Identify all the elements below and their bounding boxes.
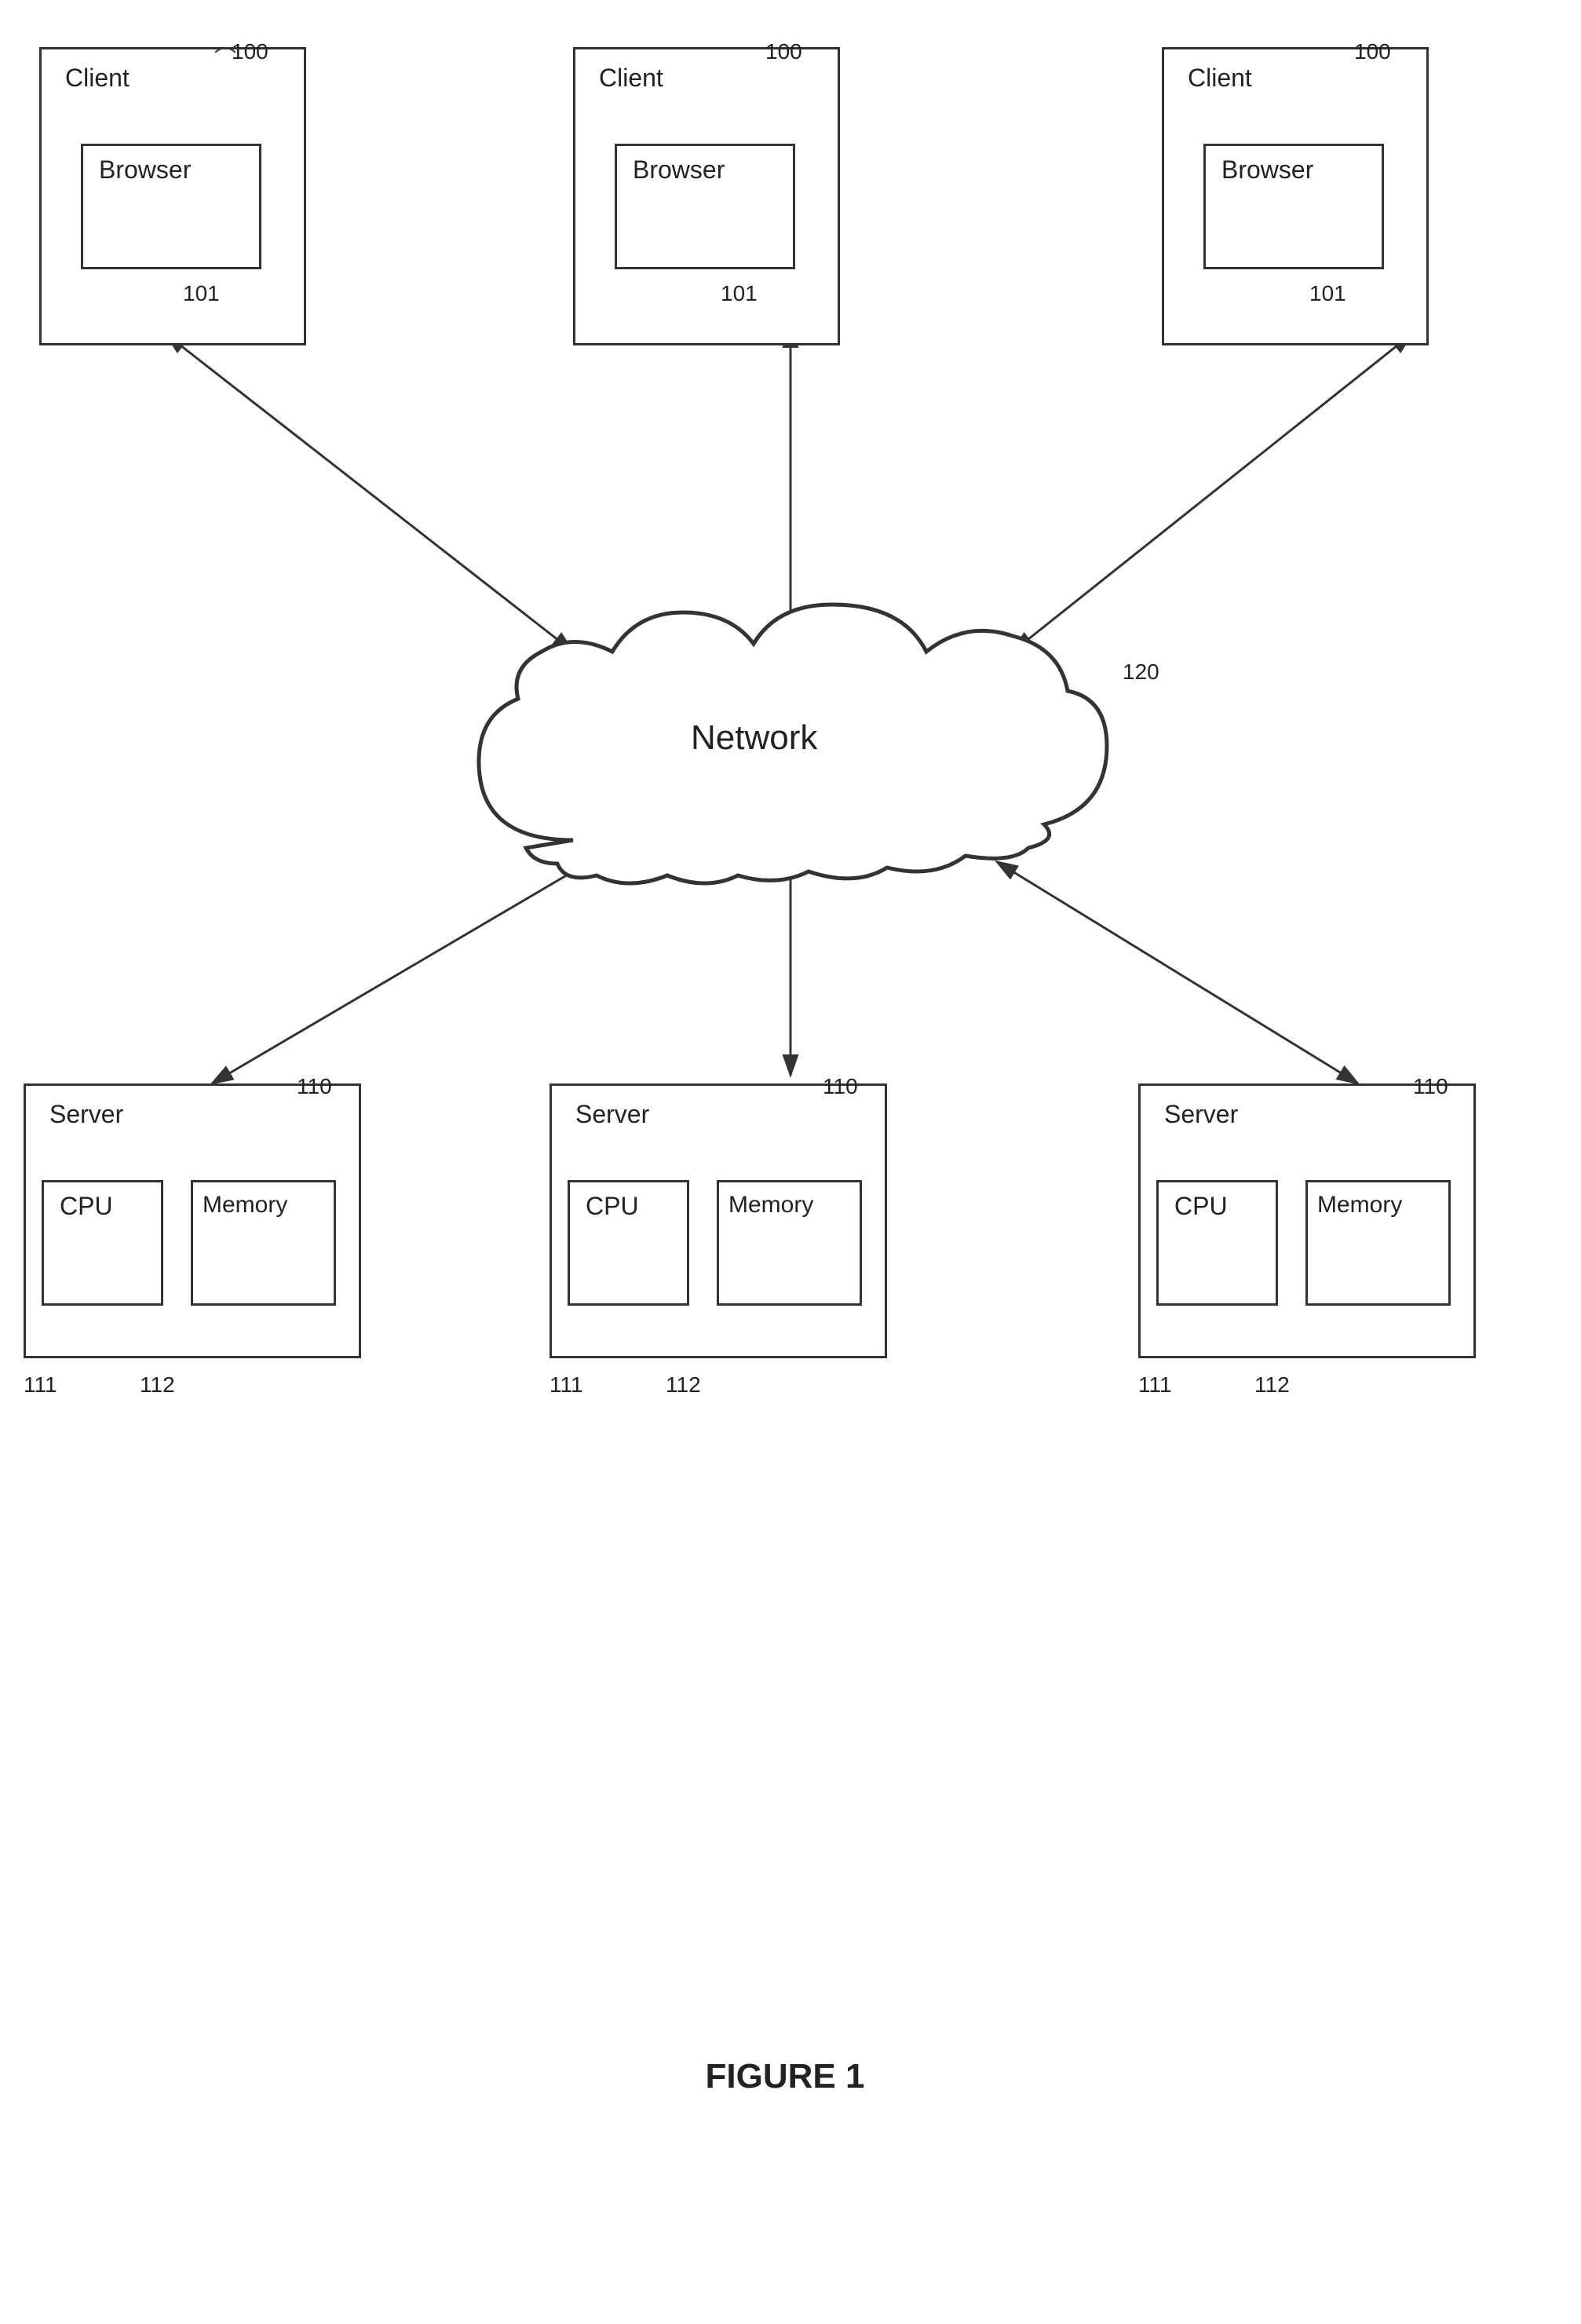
client3-box: Client Browser 101 bbox=[1162, 47, 1429, 345]
client1-box: Client Browser 101 bbox=[39, 47, 306, 345]
client2-browser-ref: 101 bbox=[721, 281, 758, 306]
client1-browser-ref: 101 bbox=[183, 281, 220, 306]
server1-memory-ref: 112 bbox=[140, 1372, 175, 1398]
client3-browser-ref: 101 bbox=[1309, 281, 1346, 306]
server3-memory-box: Memory bbox=[1305, 1180, 1451, 1306]
server2-memory-label: Memory bbox=[728, 1192, 813, 1219]
server2-box: Server CPU Memory bbox=[550, 1083, 887, 1358]
server1-box: Server CPU Memory bbox=[24, 1083, 361, 1358]
server1-ref: 110 bbox=[297, 1074, 332, 1099]
diagram: Client Browser 101 100 ⌒ Client Browser … bbox=[0, 0, 1581, 2324]
server1-memory-box: Memory bbox=[191, 1180, 336, 1306]
server1-memory-label: Memory bbox=[203, 1192, 287, 1219]
server1-cpu-ref: 111 bbox=[24, 1372, 57, 1398]
client2-box: Client Browser 101 bbox=[573, 47, 840, 345]
network-cloud: Network 120 bbox=[416, 589, 1170, 903]
server3-cpu-ref: 111 bbox=[1138, 1372, 1172, 1398]
server2-ref: 110 bbox=[823, 1074, 858, 1099]
client2-browser-box: Browser bbox=[615, 144, 795, 269]
server1-label: Server bbox=[49, 1100, 123, 1129]
server1-cpu-box: CPU bbox=[42, 1180, 163, 1306]
server3-memory-label: Memory bbox=[1317, 1192, 1402, 1219]
client2-label: Client bbox=[599, 64, 663, 93]
client3-ref: 100 bbox=[1354, 39, 1391, 64]
server3-box: Server CPU Memory bbox=[1138, 1083, 1476, 1358]
server3-label: Server bbox=[1164, 1100, 1238, 1129]
server2-memory-ref: 112 bbox=[666, 1372, 701, 1398]
server3-ref: 110 bbox=[1413, 1074, 1448, 1099]
server2-cpu-label: CPU bbox=[586, 1192, 639, 1221]
server1-cpu-label: CPU bbox=[60, 1192, 113, 1221]
client1-label: Client bbox=[65, 64, 130, 93]
client2-browser-label: Browser bbox=[633, 155, 725, 185]
client1-browser-box: Browser bbox=[81, 144, 261, 269]
client1-ref-curve: ⌒ bbox=[214, 42, 236, 73]
client1-ref: 100 bbox=[232, 39, 268, 64]
network-label: Network bbox=[691, 718, 817, 758]
server3-cpu-box: CPU bbox=[1156, 1180, 1278, 1306]
client3-browser-box: Browser bbox=[1203, 144, 1384, 269]
server2-cpu-box: CPU bbox=[568, 1180, 689, 1306]
server2-label: Server bbox=[575, 1100, 649, 1129]
client2-ref: 100 bbox=[765, 39, 802, 64]
figure-title: FIGURE 1 bbox=[589, 2057, 981, 2096]
client3-label: Client bbox=[1188, 64, 1252, 93]
server2-cpu-ref: 111 bbox=[550, 1372, 583, 1398]
network-ref: 120 bbox=[1123, 660, 1159, 685]
client1-browser-label: Browser bbox=[99, 155, 191, 185]
client3-browser-label: Browser bbox=[1221, 155, 1313, 185]
server3-cpu-label: CPU bbox=[1174, 1192, 1228, 1221]
server3-memory-ref: 112 bbox=[1254, 1372, 1290, 1398]
server2-memory-box: Memory bbox=[717, 1180, 862, 1306]
